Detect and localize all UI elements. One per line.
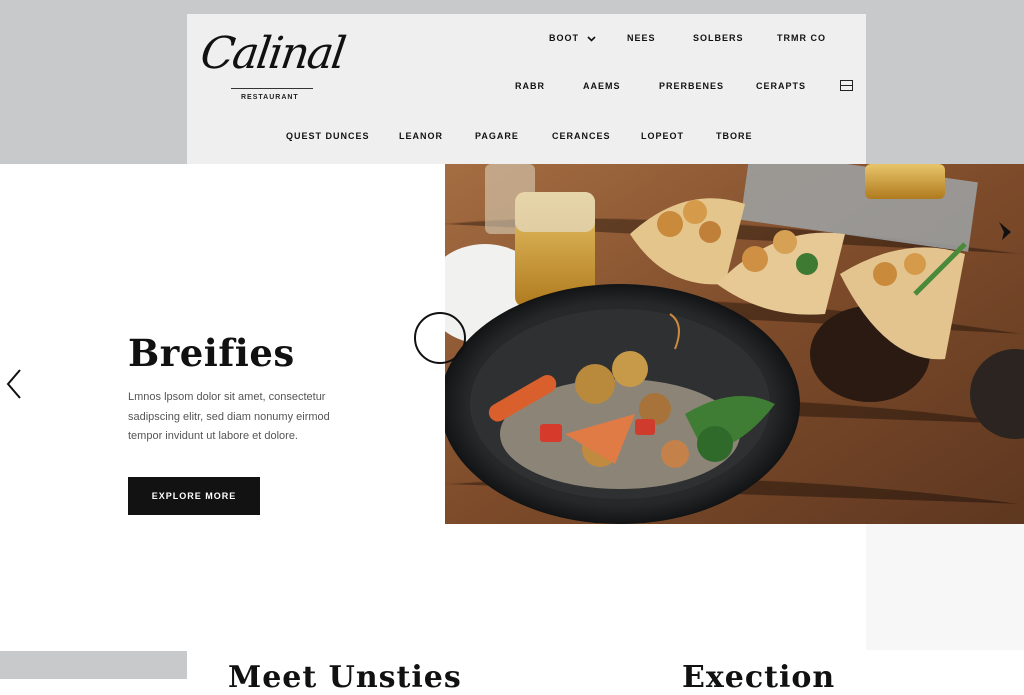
nav-item-nees[interactable]: NEES xyxy=(627,33,656,43)
nav-item-quest-dunces[interactable]: QUEST DUNCES xyxy=(286,131,370,141)
section-title-left: Meet Unsties xyxy=(228,660,462,695)
slider-circle-indicator[interactable] xyxy=(414,312,466,364)
nav-item-trmr[interactable]: TRMR CO xyxy=(777,33,826,43)
nav-item-prerbenes[interactable]: PRERBENES xyxy=(659,81,724,91)
nav-item-pagare[interactable]: PAGARE xyxy=(475,131,519,141)
nav-item-tbore[interactable]: TBORE xyxy=(716,131,753,141)
nav-item-cerances[interactable]: CERANCES xyxy=(552,131,611,141)
brand-logo[interactable]: Calinal RESTAURANT xyxy=(197,28,347,110)
chevron-down-icon xyxy=(586,36,596,42)
logo-subtitle: RESTAURANT xyxy=(241,94,299,101)
nav-item-lopeot[interactable]: LOPEOT xyxy=(641,131,684,141)
section-title-right: Exection xyxy=(682,660,836,695)
nav-label: BOOT xyxy=(549,33,579,43)
site-header: Calinal RESTAURANT BOOT NEES SOLBERS TRM… xyxy=(187,14,866,164)
chevron-left-icon[interactable] xyxy=(4,368,24,400)
nav-item-cerapts[interactable]: CERAPTS xyxy=(756,81,806,91)
decorative-panel xyxy=(866,524,1024,650)
hero-title: Breifies xyxy=(128,330,295,375)
nav-item-rabr[interactable]: RABR xyxy=(515,81,545,91)
nav-item-aaems[interactable]: AAEMS xyxy=(583,81,621,91)
hero-description: Lmnos lpsom dolor sit amet, consectetur … xyxy=(128,391,330,442)
arrow-right-icon[interactable] xyxy=(996,220,1014,242)
bottom-gray-band xyxy=(0,651,187,679)
logo-divider xyxy=(231,88,313,89)
logo-script: Calinal xyxy=(197,28,348,79)
nav-item-solbers[interactable]: SOLBERS xyxy=(693,33,744,43)
hero-food-image xyxy=(445,164,1024,524)
nav-item-boot[interactable]: BOOT xyxy=(549,33,596,43)
menu-icon[interactable] xyxy=(840,80,853,91)
explore-more-button[interactable]: EXPLORE MORE xyxy=(128,477,260,515)
nav-item-leanor[interactable]: LEANOR xyxy=(399,131,443,141)
